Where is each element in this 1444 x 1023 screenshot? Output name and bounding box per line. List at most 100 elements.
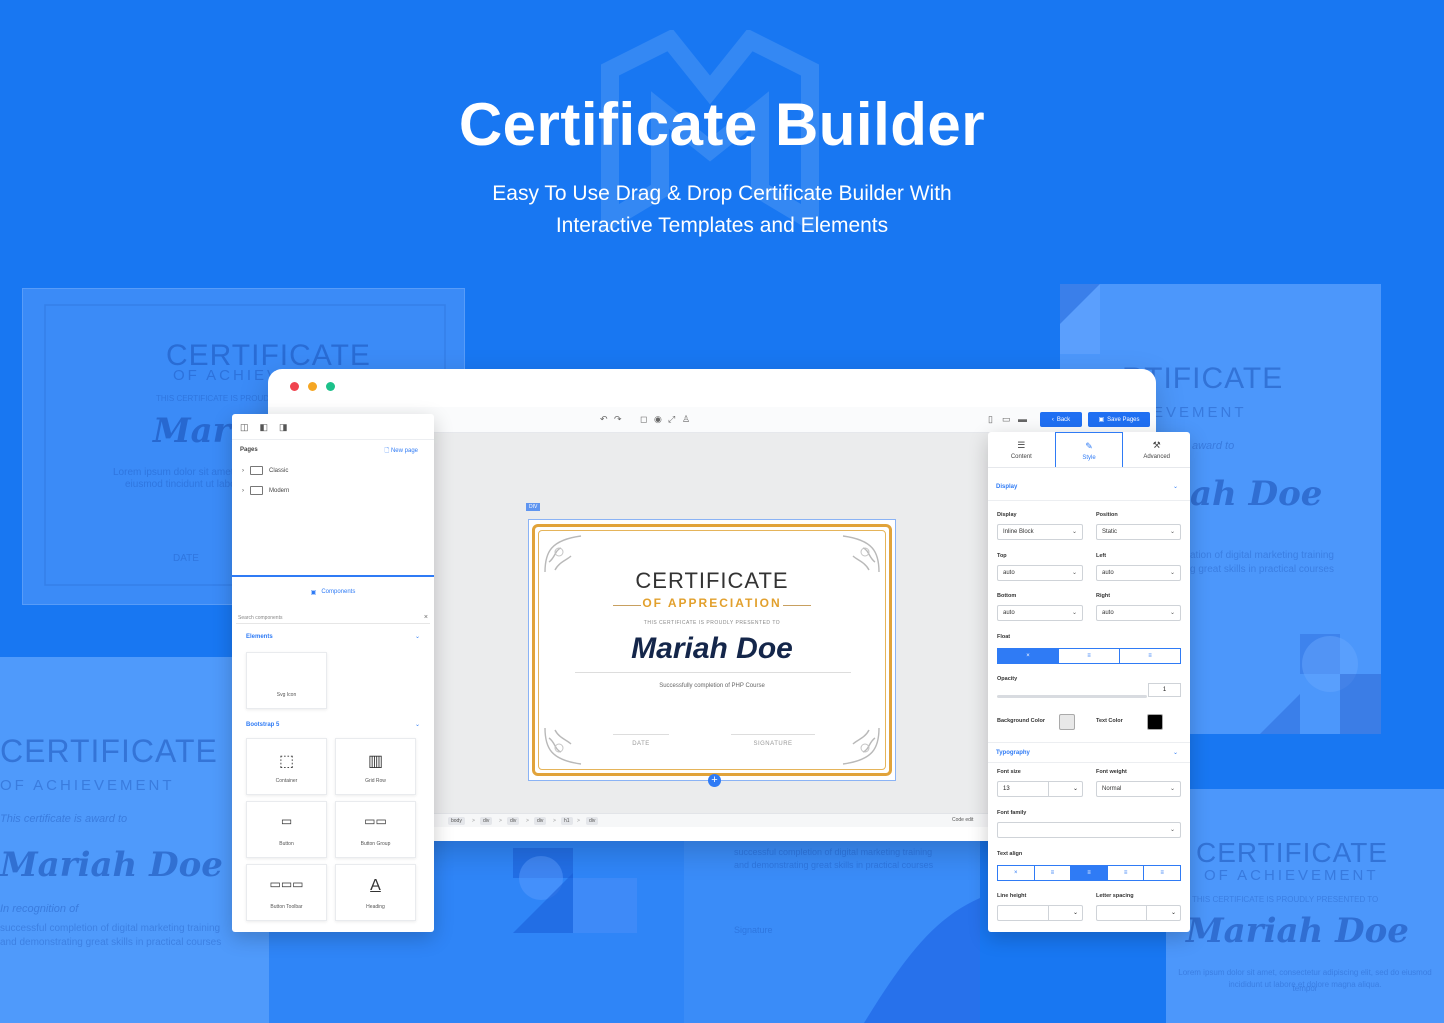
page-name: Modern	[269, 487, 290, 494]
font-size-input[interactable]: 13 ⌄	[997, 781, 1083, 797]
search-input[interactable]: Search components	[236, 612, 430, 624]
chevron-down-icon[interactable]: ⌄	[1173, 483, 1178, 490]
mobile-view-icon[interactable]: ▯	[988, 414, 993, 425]
component-label: Button	[279, 841, 294, 847]
float-none-option[interactable]: ×	[998, 649, 1059, 663]
opacity-slider[interactable]	[997, 695, 1147, 698]
bg-cert-name: Mariah Doe	[0, 845, 223, 885]
document-icon: 🗋	[384, 448, 390, 454]
breadcrumb-separator: >	[499, 818, 502, 824]
font-weight-select[interactable]: Normal ⌄	[1096, 781, 1181, 797]
new-page-button[interactable]: 🗋 New page	[384, 446, 418, 456]
chevron-down-icon[interactable]: ⌄	[1173, 749, 1178, 756]
undo-icon[interactable]: ↶	[600, 414, 608, 425]
breadcrumb-item[interactable]: div	[507, 817, 520, 825]
component-button-group[interactable]: ▭▭ Button Group	[335, 801, 416, 858]
desktop-view-icon[interactable]: ▬	[1018, 414, 1027, 424]
page-item-modern[interactable]: › Modern	[242, 486, 289, 495]
component-container[interactable]: ⬚ Container	[246, 738, 327, 795]
breadcrumb-item[interactable]: div	[586, 817, 599, 825]
position-select[interactable]: Static ⌄	[1096, 524, 1181, 540]
breadcrumb-separator: >	[577, 818, 580, 824]
certificate-date-label[interactable]: DATE	[613, 741, 669, 747]
font-family-label: Font family	[997, 810, 1027, 816]
tab-style[interactable]: ✎ Style	[1054, 432, 1124, 467]
component-svg-icon[interactable]: Svg Icon	[246, 652, 327, 709]
left-input[interactable]: auto ⌄	[1096, 565, 1181, 581]
chevron-down-icon: ⌄	[1169, 610, 1175, 616]
component-grid-row[interactable]: ▥ Grid Row	[335, 738, 416, 795]
breadcrumb-item[interactable]: body	[448, 817, 465, 825]
float-right-option[interactable]: ≡	[1120, 649, 1180, 663]
folder-icon	[250, 486, 263, 495]
align-right-option[interactable]: ≡	[1108, 866, 1145, 880]
page-title: Certificate Builder	[458, 91, 986, 158]
chevron-down-icon[interactable]: ⌄	[415, 633, 420, 640]
fullscreen-icon[interactable]: ⤢	[668, 414, 675, 425]
close-window-dot[interactable]	[290, 382, 299, 391]
section-bootstrap[interactable]: Bootstrap 5	[246, 722, 279, 728]
float-left-option[interactable]: ≡	[1059, 649, 1120, 663]
tablet-view-icon[interactable]: ▭	[1002, 414, 1011, 425]
clear-canvas-icon[interactable]: ♙	[682, 414, 690, 425]
component-button[interactable]: ▭ Button	[246, 801, 327, 858]
maximize-window-dot[interactable]	[326, 382, 335, 391]
bottom-input[interactable]: auto ⌄	[997, 605, 1083, 621]
font-weight-value: Normal	[1102, 786, 1122, 792]
breadcrumb-item[interactable]: div	[534, 817, 547, 825]
text-color-swatch[interactable]	[1147, 714, 1163, 730]
breadcrumb-item[interactable]: div	[480, 817, 493, 825]
line-height-input[interactable]: ⌄	[997, 905, 1083, 921]
section-elements[interactable]: Elements	[246, 634, 273, 640]
unit-select[interactable]: ⌄	[1146, 906, 1180, 920]
chevron-right-icon: ›	[242, 487, 244, 494]
section-typography[interactable]: Typography	[996, 750, 1030, 756]
unit-select[interactable]: ⌄	[1048, 906, 1082, 920]
preview-eye-icon[interactable]: ◉	[654, 414, 662, 425]
tab-advanced[interactable]: ⚒ Advanced	[1123, 432, 1190, 467]
top-input[interactable]: auto ⌄	[997, 565, 1083, 581]
display-select[interactable]: Inline Block ⌄	[997, 524, 1083, 540]
position-label: Position	[1096, 512, 1118, 518]
certificate-description[interactable]: Successfully completion of PHP Course	[529, 683, 895, 689]
background-color-swatch[interactable]	[1059, 714, 1075, 730]
section-display[interactable]: Display	[996, 484, 1017, 490]
chevron-down-icon[interactable]: ⌄	[415, 721, 420, 728]
certificate-presented-text[interactable]: THIS CERTIFICATE IS PROUDLY PRESENTED TO	[529, 620, 895, 626]
certificate-title[interactable]: CERTIFICATE	[529, 568, 895, 594]
opacity-value-input[interactable]: 1	[1148, 683, 1181, 697]
minimize-window-dot[interactable]	[308, 382, 317, 391]
redo-icon[interactable]: ↷	[614, 414, 622, 425]
certificate-signature-label[interactable]: SIGNATURE	[731, 741, 815, 747]
add-block-button[interactable]: +	[708, 774, 721, 787]
unit-select[interactable]: ⌄	[1048, 782, 1082, 796]
pages-panel-icon[interactable]: ◧	[260, 422, 269, 433]
outline-icon[interactable]: ◻	[640, 414, 647, 425]
back-button[interactable]: ‹ Back	[1040, 412, 1082, 427]
clear-search-icon[interactable]: ×	[424, 614, 428, 621]
code-edit-link[interactable]: Code edit	[952, 817, 973, 823]
certificate-subtitle[interactable]: OF APPRECIATION	[529, 596, 895, 610]
component-heading[interactable]: A Heading	[335, 864, 416, 921]
page-item-classic[interactable]: › Classic	[242, 466, 288, 475]
align-center-option[interactable]: ≡	[1071, 866, 1108, 880]
breadcrumb-item[interactable]: h1	[561, 817, 573, 825]
bg-cert-presented: THIS CERTIFICATE IS PROUDLY PRESENTED TO	[1192, 895, 1379, 904]
left-label: Left	[1096, 553, 1107, 559]
certificate-preview[interactable]: CERTIFICATE OF APPRECIATION THIS CERTIFI…	[528, 519, 896, 781]
font-family-select[interactable]: ⌄	[997, 822, 1181, 838]
right-input[interactable]: auto ⌄	[1096, 605, 1181, 621]
align-justify-option[interactable]: ≡	[1144, 866, 1180, 880]
brush-icon: ✎	[1085, 441, 1093, 451]
letter-spacing-input[interactable]: ⌄	[1096, 905, 1181, 921]
certificate-recipient-name[interactable]: Mariah Doe	[529, 632, 895, 666]
tab-components[interactable]: ▣ Components	[232, 575, 434, 607]
align-left-option[interactable]: ≡	[1035, 866, 1072, 880]
layers-icon[interactable]: ◫	[240, 422, 249, 433]
component-button-toolbar[interactable]: ▭▭▭ Button Toolbar	[246, 864, 327, 921]
folder-icon	[250, 466, 263, 475]
tab-content[interactable]: ☰ Content	[988, 432, 1055, 467]
save-pages-button[interactable]: ▣ Save Pages	[1088, 412, 1150, 427]
align-none-option[interactable]: ×	[998, 866, 1035, 880]
blocks-panel-icon[interactable]: ◨	[279, 422, 288, 433]
